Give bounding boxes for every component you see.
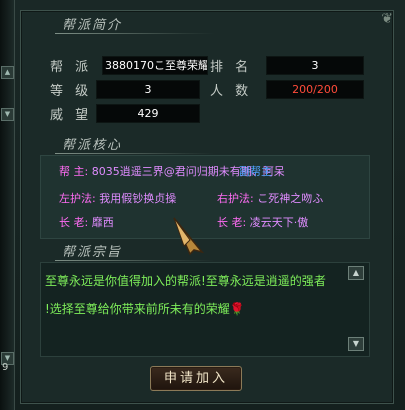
rank-label: 排 名 <box>210 60 253 75</box>
purpose-line-2: !选择至尊给你带来前所未有的荣耀 <box>45 302 230 316</box>
prestige-value: 429 <box>96 104 200 123</box>
level-label: 等 级 <box>50 84 93 99</box>
left-guard-value[interactable]: 我用假钞换贞操 <box>99 192 176 205</box>
purpose-line-1: 至尊永远是你值得加入的帮派!至尊永远是逍遥的强者 <box>45 274 326 288</box>
section-divider <box>55 260 215 261</box>
elder1-value[interactable]: 靡西 <box>92 216 114 229</box>
elder2-label: 长 老: <box>217 216 247 229</box>
vice-leader-label: 副帮主 <box>239 165 272 178</box>
side-scroll-down-button[interactable]: ▼ <box>1 108 14 121</box>
level-value: 3 <box>96 80 200 99</box>
right-guard-value[interactable]: こ死神之吻ふ <box>257 192 323 205</box>
side-scroll-strip: ▲ ▼ ▼ 9 <box>0 0 15 410</box>
section-title-intro: 帮派简介 <box>62 18 123 33</box>
elder2-row: 长 老: 凌云天下·傲 <box>217 214 308 230</box>
members-label: 人 数 <box>210 84 253 99</box>
mouse-cursor-icon <box>173 217 205 256</box>
section-divider <box>55 153 215 154</box>
left-guard-label: 左护法: <box>59 192 96 205</box>
rose-icon: 🌹 <box>229 302 245 316</box>
elder1-row: 长 老: 靡西 <box>59 214 114 230</box>
apply-join-button[interactable]: 申请加入 <box>150 366 242 391</box>
guild-name-label: 帮 派 <box>50 60 93 75</box>
purpose-scroll-down-button[interactable]: ▼ <box>348 337 364 351</box>
purpose-scroll-up-button[interactable]: ▲ <box>348 266 364 280</box>
guild-name-value: 3880170こ至尊荣耀こ <box>102 56 208 75</box>
purpose-line-2-wrap: !选择至尊给你带来前所未有的荣耀🌹 <box>45 295 341 323</box>
elder2-value[interactable]: 凌云天下·傲 <box>250 216 309 229</box>
prestige-label: 威 望 <box>50 108 93 123</box>
left-guard-row: 左护法: 我用假钞换贞操 <box>59 190 176 206</box>
side-scroll-up-button[interactable]: ▲ <box>1 66 14 79</box>
rank-value: 3 <box>266 56 364 75</box>
right-guard-label: 右护法: <box>217 192 254 205</box>
members-value: 200/200 <box>266 80 364 99</box>
leader-label: 帮 主: <box>59 165 89 178</box>
right-guard-row: 右护法: こ死神之吻ふ <box>217 190 323 206</box>
section-title-core: 帮派核心 <box>62 138 123 153</box>
section-divider <box>55 33 215 34</box>
purpose-text: 至尊永远是你值得加入的帮派!至尊永远是逍遥的强者 !选择至尊给你带来前所未有的荣… <box>45 267 341 323</box>
corner-ornament-icon: ❦ <box>381 11 393 27</box>
elder1-label: 长 老: <box>59 216 89 229</box>
guild-purpose-box: 至尊永远是你值得加入的帮派!至尊永远是逍遥的强者 !选择至尊给你带来前所未有的荣… <box>40 262 370 357</box>
guild-info-window: ▲ ▼ ▼ 9 ❦ 帮派简介 帮 派 3880170こ至尊荣耀こ 排 名 3 等… <box>0 0 405 410</box>
section-title-purpose: 帮派宗旨 <box>62 245 123 260</box>
side-number: 9 <box>2 362 9 373</box>
